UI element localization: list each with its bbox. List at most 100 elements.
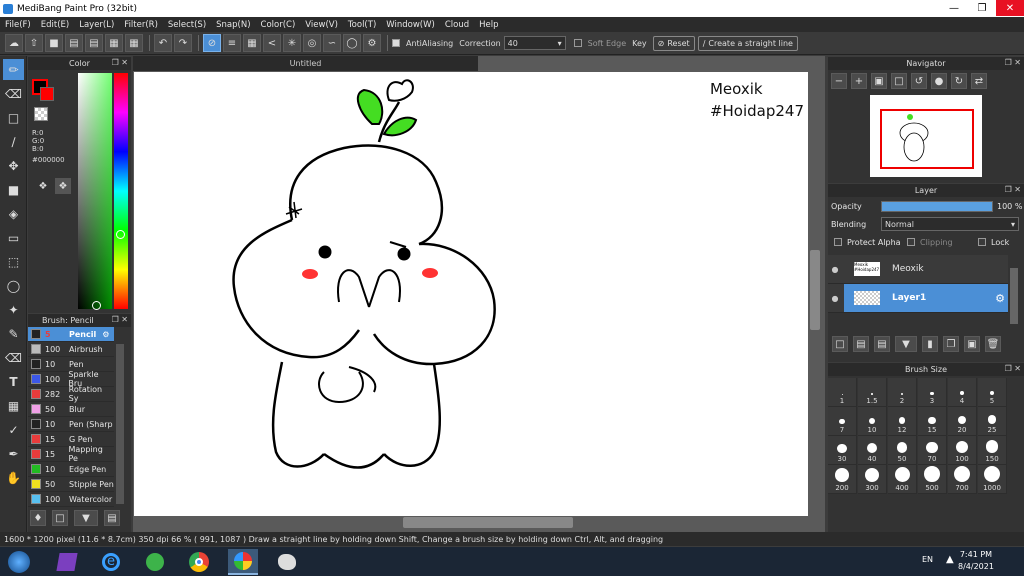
brush-item-pencil[interactable]: 5 Pencil ⚙ [28, 327, 114, 342]
brush-size-option[interactable]: 40 [858, 436, 887, 465]
flip-icon[interactable]: ⇄ [971, 73, 987, 89]
menu-filter[interactable]: Filter(R) [119, 20, 163, 30]
brush-size-option[interactable]: 700 [948, 465, 977, 494]
protect-alpha-checkbox[interactable] [834, 238, 842, 246]
clipping-checkbox[interactable] [907, 238, 915, 246]
hue-handle[interactable] [116, 230, 125, 239]
brush-size-option[interactable]: 15 [918, 407, 947, 436]
brush-size-option[interactable]: 5 [978, 378, 1007, 407]
document-tab[interactable]: Untitled [133, 56, 478, 71]
clock[interactable]: 7:41 PM 8/4/2021 [958, 549, 994, 573]
panel-controls-icon[interactable]: ❐ ✕ [1005, 185, 1021, 194]
new-8bit-layer-icon[interactable]: ▤ [874, 336, 890, 352]
curve-snap-icon[interactable]: ∽ [323, 34, 341, 52]
close-button[interactable]: ✕ [996, 0, 1024, 16]
concentric-snap-icon[interactable]: ◎ [303, 34, 321, 52]
chrome-icon[interactable] [184, 549, 214, 575]
menu-view[interactable]: View(V) [300, 20, 343, 30]
cloud-icon[interactable]: ☁ [5, 34, 23, 52]
select-pen-icon[interactable]: ✎ [3, 323, 24, 344]
layer-item-layer1[interactable]: ● Layer1 ⚙ [828, 284, 1008, 313]
add-brush-icon[interactable]: ♦ [30, 510, 46, 526]
gradient-tool-icon[interactable]: ▭ [3, 227, 24, 248]
palette-icon[interactable]: ❖ [35, 178, 51, 194]
medibang-taskbar-icon[interactable] [228, 548, 258, 575]
select-eraser-icon[interactable]: ⌫ [3, 347, 24, 368]
visibility-eye-icon[interactable]: ● [828, 294, 842, 303]
brush-size-option[interactable]: 100 [948, 436, 977, 465]
brush-item-watercolor[interactable]: 100 Watercolor [28, 492, 114, 507]
menu-help[interactable]: Help [474, 20, 503, 30]
brush-size-option[interactable]: 50 [888, 436, 917, 465]
menu-edit[interactable]: Edit(E) [36, 20, 74, 30]
rectangle-tool-icon[interactable]: □ [3, 107, 24, 128]
layer-item-meoxik[interactable]: ● Meoxik #Hoidap247 Meoxik [828, 255, 1008, 284]
menu-select[interactable]: Select(S) [163, 20, 211, 30]
actual-size-icon[interactable]: □ [891, 73, 907, 89]
brush-size-option[interactable]: 1 [828, 378, 857, 407]
reset-button[interactable]: ⊘ Reset [652, 35, 695, 51]
folder-icon[interactable]: ▮ [922, 336, 938, 352]
radial-snap-icon[interactable]: ✳ [283, 34, 301, 52]
canvas-vertical-scrollbar[interactable] [810, 250, 820, 330]
cross-snap-icon[interactable]: ▦ [243, 34, 261, 52]
start-button[interactable] [0, 549, 38, 575]
vanishing-snap-icon[interactable]: < [263, 34, 281, 52]
brush-item-blur[interactable]: 50 Blur [28, 402, 114, 417]
reset-view-icon[interactable]: ● [931, 73, 947, 89]
zoom-in-icon[interactable]: + [851, 73, 867, 89]
hand-tool-icon[interactable]: ✋ [3, 467, 24, 488]
move-tool-icon[interactable]: ✥ [3, 155, 24, 176]
brush-item-edge-pen[interactable]: 10 Edge Pen [28, 462, 114, 477]
brush-list-scrollbar[interactable] [116, 344, 124, 504]
menu-file[interactable]: File(F) [0, 20, 36, 30]
brush-size-option[interactable]: 400 [888, 465, 917, 494]
language-indicator[interactable]: EN [922, 555, 933, 564]
layer-menu-icon[interactable]: ▼ [895, 336, 917, 352]
panel-controls-icon[interactable]: ❐ ✕ [1005, 364, 1021, 373]
eyedropper-icon[interactable]: ✓ [3, 419, 24, 440]
brush-size-option[interactable]: 25 [978, 407, 1007, 436]
brush-size-option[interactable]: 10 [858, 407, 887, 436]
paint-icon[interactable] [272, 549, 302, 575]
brush-size-option[interactable]: 70 [918, 436, 947, 465]
brush-size-option[interactable]: 1000 [978, 465, 1007, 494]
brush-size-option[interactable]: 500 [918, 465, 947, 494]
canvas[interactable]: Meoxik #Hoidap247 [134, 72, 808, 516]
palette-settings-icon[interactable]: ❖ [55, 178, 71, 194]
coccoc-icon[interactable] [140, 549, 170, 575]
brush-size-option[interactable]: 2 [888, 378, 917, 407]
line-tool-icon[interactable]: ∕ [3, 131, 24, 152]
canvas-horizontal-scrollbar[interactable] [403, 517, 573, 528]
layer-list-scrollbar[interactable] [1010, 268, 1018, 324]
text-tool-icon[interactable]: T [3, 371, 24, 392]
blending-select[interactable]: Normal ▾ [881, 217, 1019, 231]
menu-layer[interactable]: Layer(L) [74, 20, 119, 30]
internet-explorer-icon[interactable]: e [96, 549, 126, 575]
transparent-swatch[interactable] [34, 107, 48, 121]
gear-icon[interactable]: ⚙ [995, 292, 1005, 305]
new-halftone-layer-icon[interactable]: ▤ [853, 336, 869, 352]
navigator-preview[interactable] [870, 95, 982, 177]
page-icon[interactable]: ▤ [85, 34, 103, 52]
up-arrow-icon[interactable]: ▲ [946, 554, 954, 565]
divide-tool-icon[interactable]: ▦ [3, 395, 24, 416]
menu-snap[interactable]: Snap(N) [211, 20, 255, 30]
pages-icon[interactable]: ▦ [105, 34, 123, 52]
rotate-left-icon[interactable]: ↺ [911, 73, 927, 89]
circle-snap-icon[interactable]: ◯ [343, 34, 361, 52]
select-tool-icon[interactable]: ⬚ [3, 251, 24, 272]
merge-layer-icon[interactable]: ▣ [964, 336, 980, 352]
duplicate-layer-icon[interactable]: ❐ [943, 336, 959, 352]
hue-slider[interactable] [114, 73, 128, 309]
brush-size-option[interactable]: 3 [918, 378, 947, 407]
brightness-handle[interactable] [92, 301, 101, 310]
menu-color[interactable]: Color(C) [256, 20, 301, 30]
brush-size-option[interactable]: 12 [888, 407, 917, 436]
eraser-tool-icon[interactable]: ⌫ [3, 83, 24, 104]
brush-size-option[interactable]: 300 [858, 465, 887, 494]
lock-checkbox[interactable] [978, 238, 986, 246]
opacity-slider[interactable] [881, 200, 993, 212]
brush-tool-icon[interactable]: ✏ [3, 59, 24, 80]
rotate-right-icon[interactable]: ↻ [951, 73, 967, 89]
